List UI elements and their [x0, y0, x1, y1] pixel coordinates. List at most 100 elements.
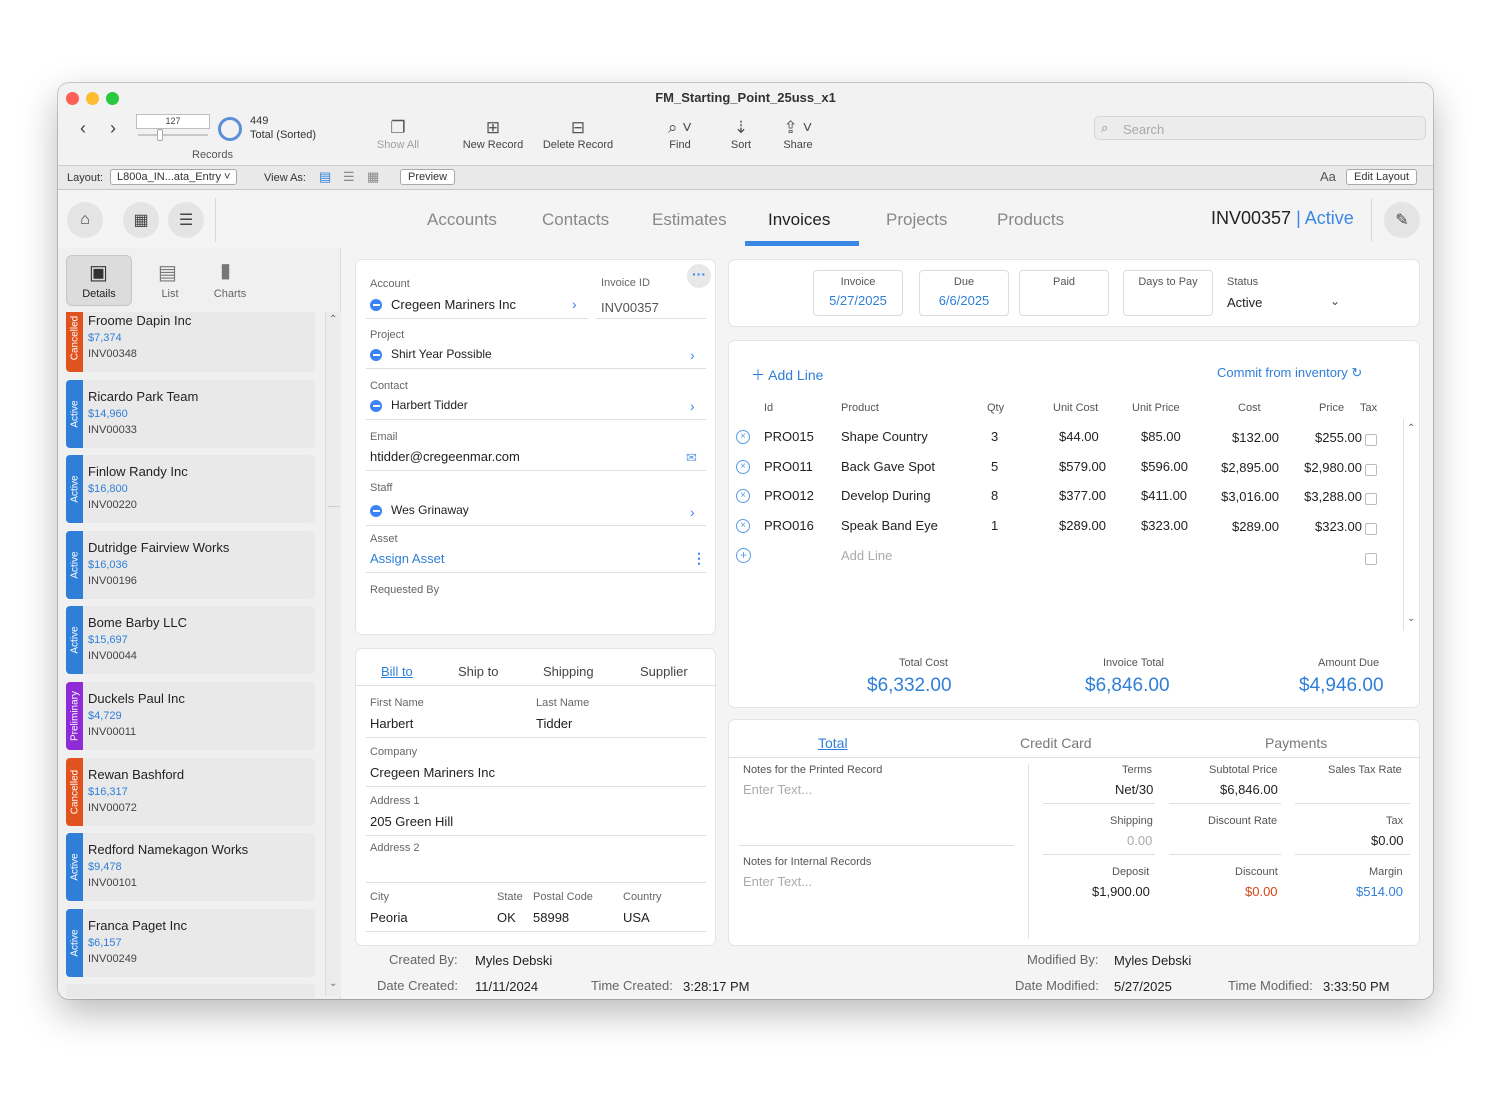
add-line-button[interactable]: ＋ Add Line — [751, 365, 823, 385]
list-item[interactable] — [66, 984, 315, 998]
list-item[interactable]: Active Ricardo Park Team $14,960 INV00033 — [66, 379, 315, 448]
tax-checkbox[interactable] — [1365, 493, 1377, 506]
list-item[interactable]: Cancelled Froome Dapin Inc $7,374 INV00348 — [66, 312, 315, 372]
status-select[interactable]: Active — [1227, 295, 1262, 310]
due-date-box[interactable]: Due 6/6/2025 — [919, 270, 1009, 316]
tax-checkbox[interactable] — [1365, 463, 1377, 476]
home-icon[interactable]: ⌂ — [67, 202, 103, 238]
project-field[interactable]: Shirt Year Possible — [391, 347, 492, 361]
line-qty[interactable]: 3 — [991, 429, 998, 444]
line-qty[interactable]: 8 — [991, 488, 998, 503]
show-all-button[interactable]: ❐ Show All — [371, 117, 425, 151]
tab-products[interactable]: Products — [997, 210, 1064, 230]
list-item[interactable]: Active Bome Barby LLC $15,697 INV00044 — [66, 606, 315, 675]
line-unit-price[interactable]: $596.00 — [1141, 459, 1188, 474]
notes-internal-field[interactable]: Enter Text... — [743, 874, 812, 889]
asset-menu-icon[interactable]: ⋮ — [692, 550, 706, 567]
city-field[interactable]: Peoria — [370, 910, 408, 925]
tab-projects[interactable]: Projects — [886, 210, 947, 230]
record-slider-thumb[interactable] — [157, 129, 163, 141]
add-line-placeholder[interactable]: Add Line — [841, 548, 892, 563]
find-button[interactable]: ⌕ ˅ Find — [655, 117, 705, 151]
line-unit-price[interactable]: $323.00 — [1141, 518, 1188, 533]
paperclip-icon[interactable]: ✎ — [1384, 202, 1420, 238]
tab-accounts[interactable]: Accounts — [427, 210, 497, 230]
postal-code-field[interactable]: 58998 — [533, 910, 569, 925]
staff-field[interactable]: Wes Grinaway — [391, 503, 469, 517]
line-unit-cost[interactable]: $377.00 — [1059, 488, 1106, 503]
first-name-field[interactable]: Harbert — [370, 716, 413, 731]
scroll-up-icon[interactable]: ⌃ — [329, 314, 337, 325]
invoice-date-box[interactable]: Invoice 5/27/2025 — [813, 270, 903, 316]
table-view-icon[interactable]: ▦ — [367, 169, 379, 185]
list-item[interactable]: Active Franca Paget Inc $6,157 INV00249 — [66, 908, 315, 977]
remove-line-icon[interactable]: × — [736, 459, 750, 474]
remove-line-icon[interactable]: × — [736, 430, 750, 444]
sidebar-tab-charts[interactable]: ▮ Charts — [208, 256, 252, 305]
line-unit-price[interactable]: $85.00 — [1141, 429, 1181, 444]
sidebar-scrollbar[interactable]: ⌃ ⌄ — [325, 312, 341, 996]
last-name-field[interactable]: Tidder — [536, 716, 572, 731]
status-chevron-down-icon[interactable]: ⌄ — [1330, 294, 1340, 308]
new-record-button[interactable]: ⊞ New Record — [458, 117, 528, 151]
previous-record-icon[interactable]: ‹ — [80, 118, 86, 139]
preview-button[interactable]: Preview — [400, 169, 456, 185]
scroll-up-icon[interactable]: ⌃ — [1407, 423, 1415, 434]
line-product[interactable]: Develop During — [841, 488, 931, 503]
contact-chevron-icon[interactable]: › — [690, 398, 695, 414]
list-item[interactable]: Active Dutridge Fairview Works $16,036 INV0… — [66, 530, 315, 599]
tab-invoices[interactable]: Invoices — [768, 210, 830, 230]
record-slider[interactable] — [138, 134, 208, 136]
list-menu-icon[interactable]: ☰ — [168, 202, 204, 238]
tab-bill-to[interactable]: Bill to — [381, 664, 413, 679]
tab-credit-card[interactable]: Credit Card — [1020, 735, 1092, 751]
record-number-field[interactable]: 127 — [136, 114, 210, 129]
scrollbar-thumb[interactable] — [328, 332, 339, 507]
line-product[interactable]: Speak Band Eye — [841, 518, 938, 533]
contact-field[interactable]: Harbert Tidder — [391, 398, 468, 412]
line-unit-cost[interactable]: $289.00 — [1059, 518, 1106, 533]
state-field[interactable]: OK — [497, 910, 516, 925]
sidebar-tab-list[interactable]: ▤ List — [146, 256, 194, 305]
sidebar-tab-details[interactable]: ▣ Details — [67, 256, 131, 305]
staff-chevron-icon[interactable]: › — [690, 504, 695, 520]
invoice-id-field[interactable]: INV00357 — [601, 300, 659, 315]
search-field[interactable]: ⌕ Search — [1094, 116, 1426, 140]
tab-payments[interactable]: Payments — [1265, 735, 1327, 751]
assign-asset-link[interactable]: Assign Asset — [370, 551, 444, 566]
shipping-field[interactable]: 0.00 — [1127, 833, 1152, 848]
tab-estimates[interactable]: Estimates — [652, 210, 727, 230]
tax-checkbox[interactable] — [1365, 434, 1377, 446]
list-view-icon[interactable]: ☰ — [343, 169, 355, 185]
line-unit-cost[interactable]: $579.00 — [1059, 459, 1106, 474]
account-chevron-icon[interactable]: › — [572, 296, 577, 312]
list-item[interactable]: Preliminary Duckels Paul Inc $4,729 INV0001… — [66, 682, 315, 750]
line-unit-cost[interactable]: $44.00 — [1059, 429, 1099, 444]
envelope-icon[interactable]: ✉ — [686, 450, 697, 466]
share-button[interactable]: ⇪ ˅ Share — [778, 117, 818, 151]
calendar-icon[interactable]: ▦ — [123, 202, 159, 238]
project-chevron-icon[interactable]: › — [690, 347, 695, 363]
staff-remove-icon[interactable] — [370, 505, 382, 517]
tax-checkbox[interactable] — [1365, 553, 1377, 565]
next-record-icon[interactable]: › — [110, 118, 116, 139]
add-line-row-icon[interactable]: + — [736, 548, 751, 563]
layout-select[interactable]: L800a_IN...ata_Entry ˅ — [110, 169, 238, 185]
email-field[interactable]: htidder@cregeenmar.com — [370, 449, 520, 464]
more-options-icon[interactable]: ··· — [687, 264, 711, 288]
remove-line-icon[interactable]: × — [736, 518, 750, 533]
line-product[interactable]: Back Gave Spot — [841, 459, 935, 474]
tab-contacts[interactable]: Contacts — [542, 210, 609, 230]
list-item[interactable]: Active Finlow Randy Inc $16,800 INV00220 — [66, 455, 315, 524]
tax-checkbox[interactable] — [1365, 522, 1377, 535]
line-unit-price[interactable]: $411.00 — [1141, 488, 1187, 503]
company-field[interactable]: Cregeen Mariners Inc — [370, 765, 495, 780]
tab-shipping[interactable]: Shipping — [543, 664, 594, 679]
list-item[interactable]: Cancelled Rewan Bashford $16,317 INV00072 — [66, 757, 315, 826]
scroll-down-icon[interactable]: ⌄ — [329, 978, 337, 989]
paid-date-box[interactable]: Paid — [1019, 270, 1109, 316]
tab-ship-to[interactable]: Ship to — [458, 664, 498, 679]
edit-layout-button[interactable]: Edit Layout — [1346, 169, 1418, 185]
country-field[interactable]: USA — [623, 910, 650, 925]
text-format-icon[interactable]: Aa — [1320, 169, 1336, 184]
